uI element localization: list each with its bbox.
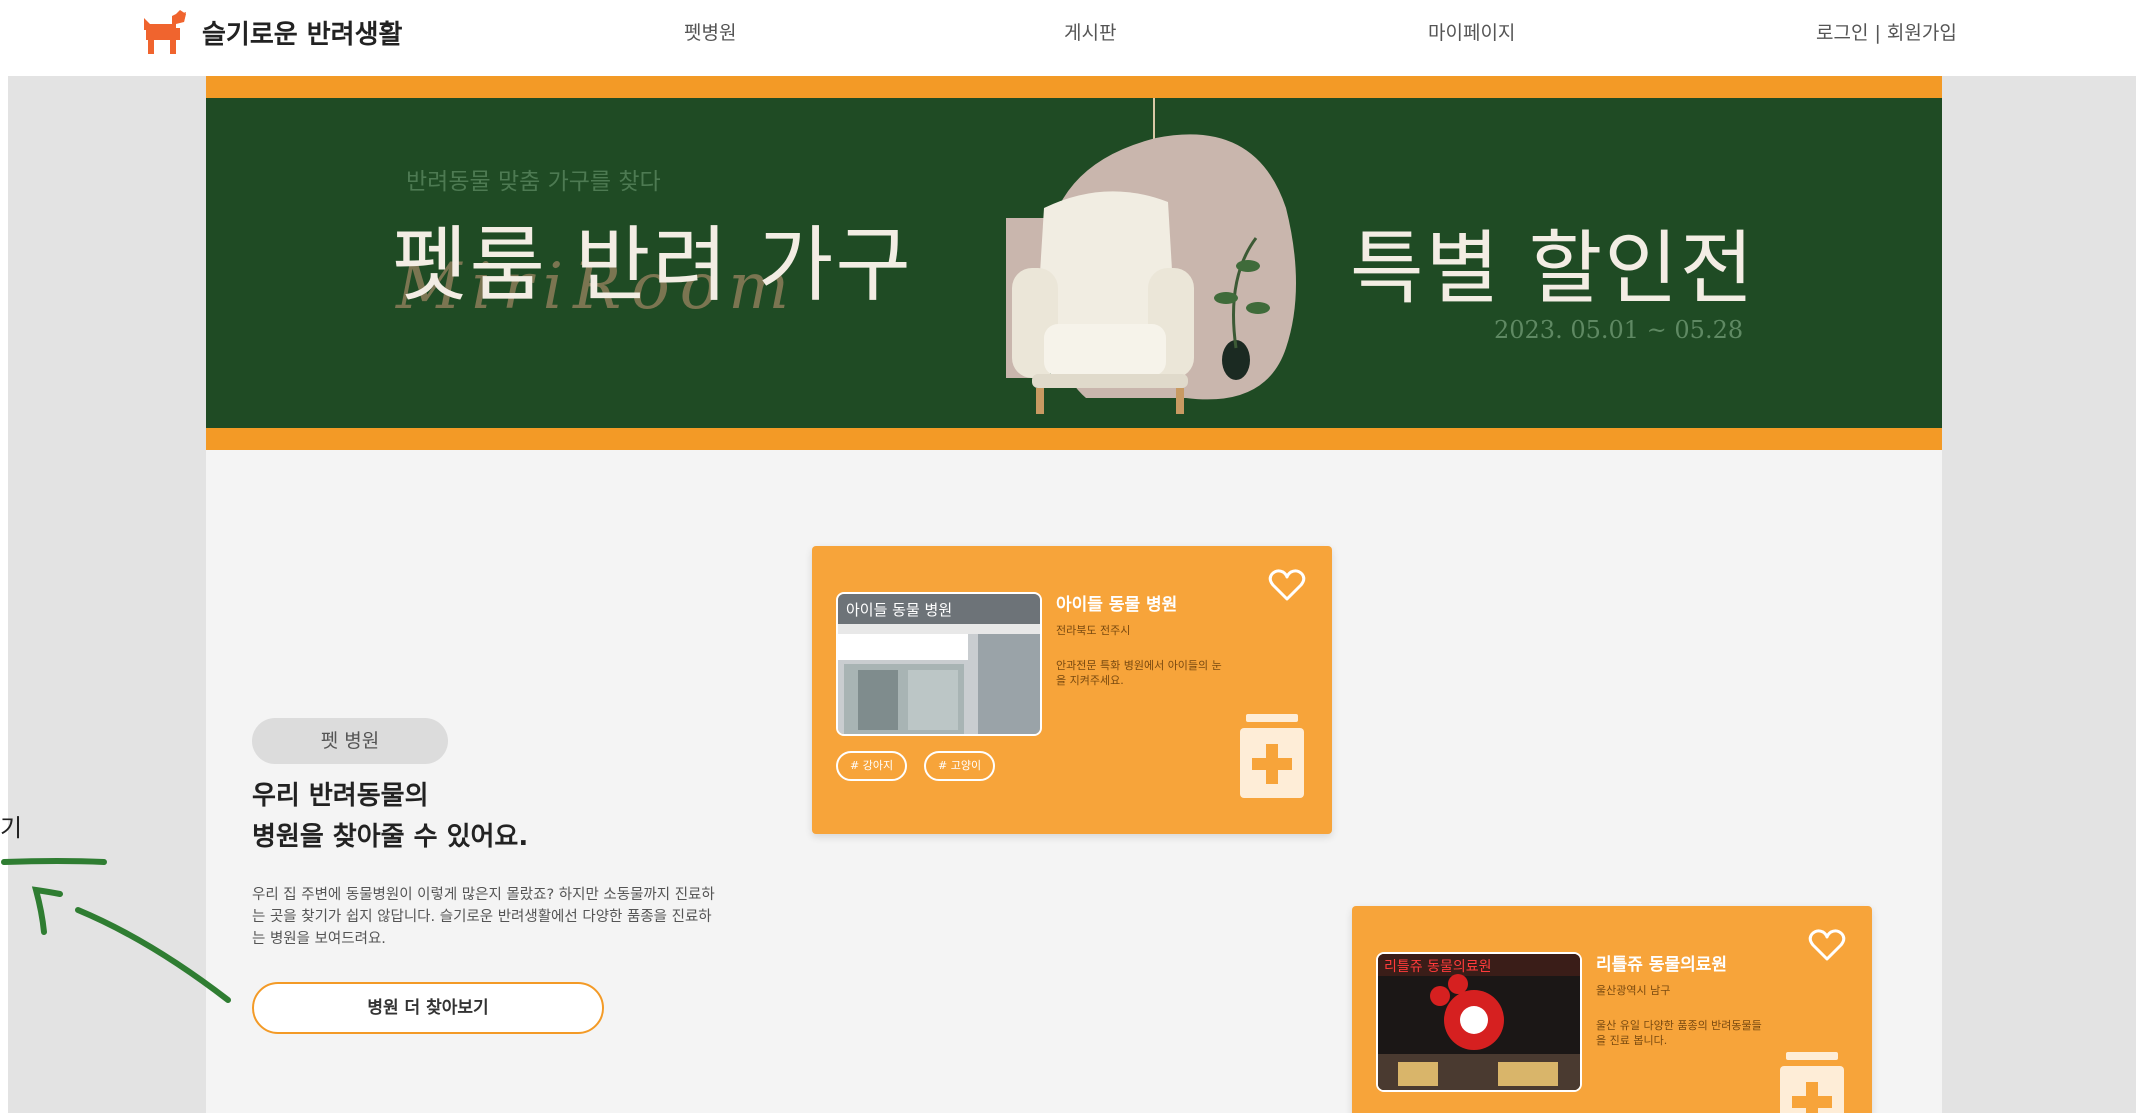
top-navbar: 슬기로운 반려생활 펫병원 게시판 마이페이지 로그인 | 회원가입 [0, 0, 2136, 76]
banner-date: 2023. 05.01 ~ 05.28 [1494, 316, 1744, 344]
nav-pet-hospital[interactable]: 펫병원 [684, 18, 736, 45]
banner-bottom-stripe [206, 428, 1942, 450]
hospital-card[interactable]: 아이들 동물 병원 아이들 동물 병원 전라북도 전주시 안과전문 특화 병원에… [812, 546, 1332, 834]
hospital-location: 울산광역시 남구 [1596, 984, 1671, 997]
dog-logo-icon [144, 10, 186, 54]
hospital-card[interactable]: 리틀쥬 동물의료원 리틀쥬 동물의료원 울산광역시 남구 울산 유일 다양한 품… [1352, 906, 1872, 1113]
favorite-heart-icon[interactable] [1268, 568, 1306, 602]
banner-sale-title: 특별 할인전 [1350, 222, 1756, 315]
nav-board[interactable]: 게시판 [1064, 18, 1116, 45]
hospital-description: 안과전문 특화 병원에서 아이들의 눈을 지켜주세요. [1056, 659, 1222, 687]
tag-dog[interactable]: # 강아지 [836, 751, 908, 781]
medicine-bottle-icon [1780, 1052, 1844, 1113]
logo[interactable]: 슬기로운 반려생활 [140, 8, 402, 56]
edge-cropped-text: 기 [0, 814, 23, 842]
hospital-location: 전라북도 전주시 [1056, 624, 1131, 637]
section-description: 우리 집 주변에 동물병원이 이렇게 많은지 몰랐죠? 하지만 소동물까지 진료… [252, 887, 715, 947]
hospital-name: 리틀쥬 동물의료원 [1596, 955, 1728, 975]
banner-top-stripe [206, 76, 1942, 98]
banner-subtitle: 반려동물 맞춤 가구를 찾다 [406, 169, 661, 195]
hospital-sign: 아이들 동물 병원 [846, 601, 952, 619]
hospital-name: 아이들 동물 병원 [1056, 595, 1178, 615]
hospital-photo: 리틀쥬 동물의료원 [1376, 952, 1582, 1092]
section-title: 우리 반려동물의 병원을 찾아줄 수 있어요. [252, 776, 528, 858]
hospital-photo: 아이들 동물 병원 [836, 592, 1042, 736]
hospital-sign: 리틀쥬 동물의료원 [1384, 959, 1492, 975]
banner-title: 펫룸 반려 가구 [392, 218, 913, 313]
find-more-hospitals-button[interactable]: 병원 더 찾아보기 [252, 982, 604, 1034]
nav-mypage[interactable]: 마이페이지 [1428, 18, 1515, 45]
hospital-description: 울산 유일 다양한 품종의 반려동물들을 진료 봅니다. [1596, 1019, 1762, 1047]
section-title-line1: 우리 반려동물의 [252, 781, 429, 811]
promo-banner[interactable]: 반려동물 맞춤 가구를 찾다 MiriRoom 펫룸 반려 가구 특별 할인전 … [206, 98, 1942, 428]
armchair-lamp-illustration [1006, 98, 1296, 414]
annotation-arrow-icon [1, 858, 231, 1003]
section-title-line2: 병원을 찾아줄 수 있어요. [252, 822, 529, 852]
nav-login-signup[interactable]: 로그인 | 회원가입 [1816, 18, 1957, 45]
category-pill: 펫 병원 [252, 718, 448, 764]
tag-cat[interactable]: # 고양이 [924, 751, 996, 781]
medicine-bottle-icon [1240, 714, 1304, 798]
favorite-heart-icon[interactable] [1808, 928, 1846, 962]
logo-text: 슬기로운 반려생활 [202, 19, 403, 50]
